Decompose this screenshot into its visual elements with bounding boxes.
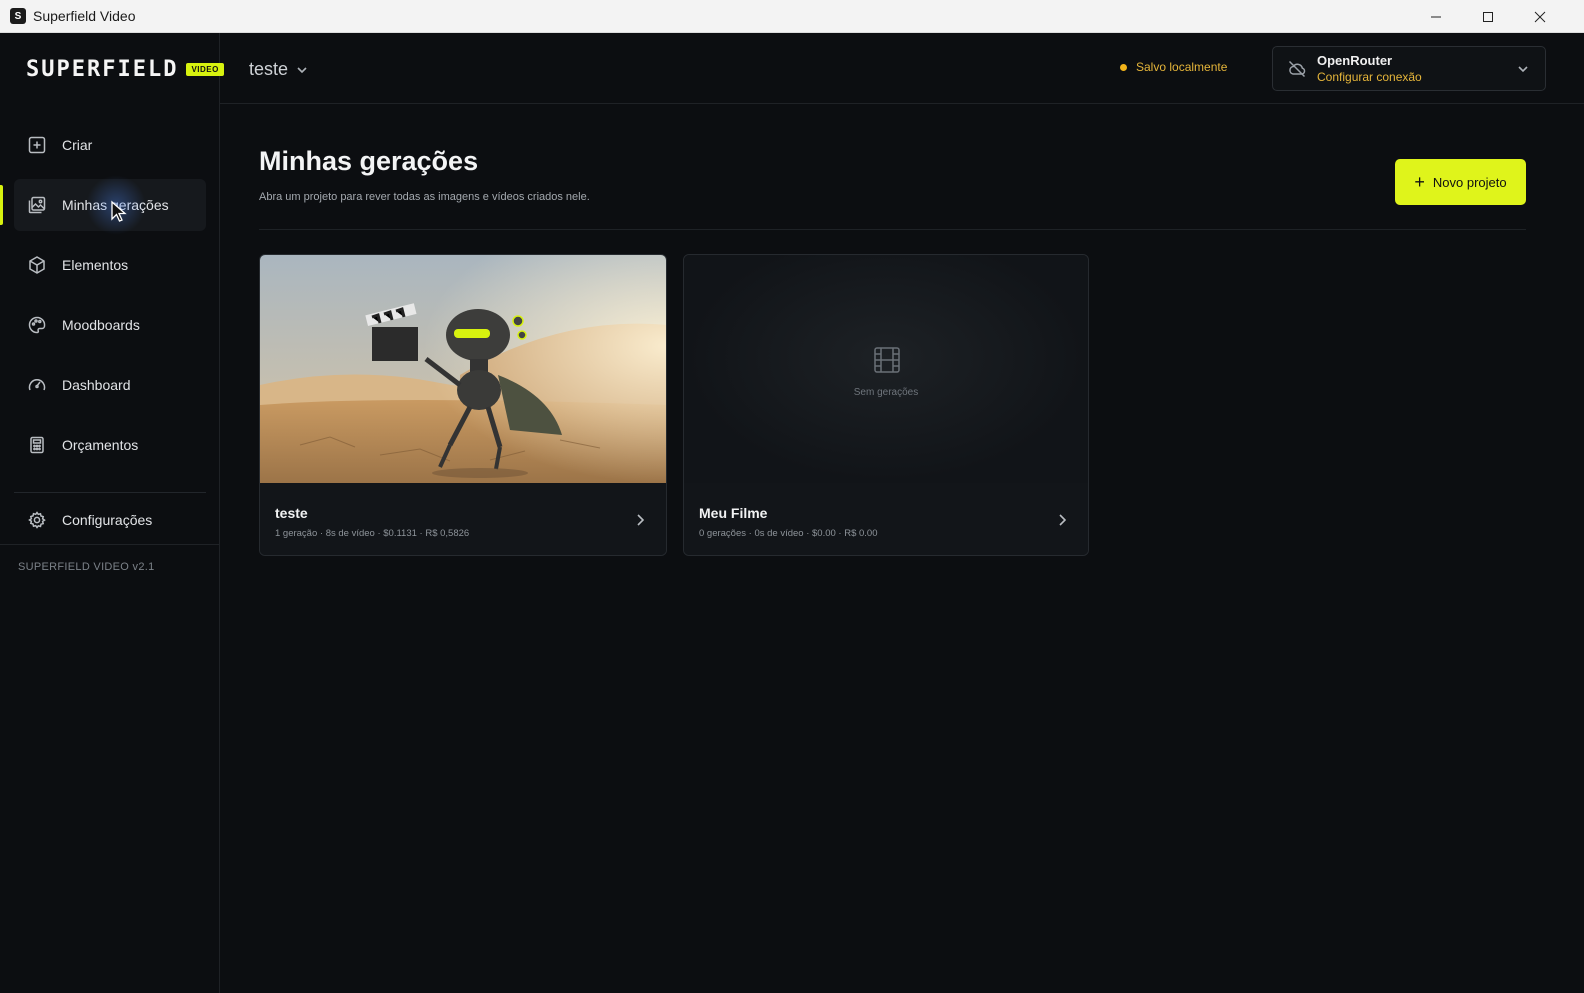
sidebar-nav: Criar Minhas gerações Elementos Moodboar…: [0, 119, 206, 479]
connection-selector[interactable]: OpenRouter Configurar conexão: [1272, 46, 1546, 91]
gear-icon: [28, 511, 46, 529]
sidebar-item-orcamentos[interactable]: Orçamentos: [14, 419, 206, 471]
minimize-icon: [1431, 16, 1441, 17]
plus-square-icon: [28, 136, 46, 154]
new-project-label: Novo projeto: [1432, 174, 1507, 190]
maximize-icon: [1483, 11, 1493, 22]
cloud-off-icon: [1288, 60, 1306, 77]
project-card-footer: Meu Filme 0 gerações · 0s de vídeo · $0.…: [684, 483, 1088, 555]
palette-icon: [28, 316, 46, 334]
sidebar-item-criar[interactable]: Criar: [14, 119, 206, 171]
brand-badge: VIDEO: [186, 63, 224, 76]
new-project-button[interactable]: + Novo projeto: [1395, 159, 1526, 205]
maximize-button[interactable]: [1462, 0, 1514, 33]
empty-label: Sem gerações: [853, 387, 919, 398]
sidebar-item-label: Dashboard: [62, 377, 131, 393]
chevron-right-icon: [637, 514, 645, 526]
project-card-teste[interactable]: teste 1 geração · 8s de vídeo · $0.1131 …: [259, 254, 667, 556]
gallery-icon: [28, 196, 46, 214]
chevron-down-icon: [297, 66, 307, 73]
plus-icon: +: [1414, 172, 1425, 192]
connection-provider: OpenRouter: [1317, 53, 1393, 68]
sidebar-item-elementos[interactable]: Elementos: [14, 239, 206, 291]
project-thumbnail: [260, 255, 666, 483]
close-button[interactable]: [1514, 0, 1566, 33]
robot-film-thumbnail: [260, 255, 666, 483]
minimize-button[interactable]: [1410, 0, 1462, 33]
calculator-icon: [30, 436, 44, 454]
project-selector-label: teste: [249, 59, 289, 79]
app-version: SUPERFIELD VIDEO v2.1: [18, 561, 155, 573]
brand-wordmark: SUPERFIELD: [26, 57, 179, 82]
sidebar-divider: [14, 492, 206, 493]
top-header: teste Salvo localmente OpenRouter Config…: [220, 33, 1584, 104]
save-status-text: Salvo localmente: [1136, 60, 1228, 74]
mouse-cursor-icon: [111, 200, 127, 222]
cube-icon: [29, 256, 45, 274]
status-dot: [1120, 63, 1127, 71]
sidebar-item-dashboard[interactable]: Dashboard: [14, 359, 206, 411]
window-titlebar: S Superfield Video: [0, 0, 1584, 33]
brand-logo[interactable]: SUPERFIELD VIDEO: [26, 57, 224, 82]
app-logo-icon: S: [10, 8, 26, 24]
project-card-footer: teste 1 geração · 8s de vídeo · $0.1131 …: [260, 483, 666, 555]
close-icon: [1534, 11, 1546, 22]
project-name: Meu Filme: [699, 505, 768, 521]
sidebar-item-label: Orçamentos: [62, 437, 139, 453]
project-meta: 1 geração · 8s de vídeo · $0.1131 · R$ 0…: [275, 528, 470, 539]
page-title: Minhas gerações: [259, 146, 479, 176]
connection-action: Configurar conexão: [1317, 70, 1422, 84]
project-thumbnail-empty: Sem gerações: [684, 255, 1088, 483]
save-status: Salvo localmente: [1120, 60, 1227, 74]
sidebar-item-label: Elementos: [62, 257, 129, 273]
project-card-meu-filme[interactable]: Sem gerações Meu Filme 0 gerações · 0s d…: [683, 254, 1089, 556]
sidebar-item-label: Criar: [62, 137, 93, 153]
sidebar-item-label: Moodboards: [62, 317, 140, 333]
sidebar-item-moodboards[interactable]: Moodboards: [14, 299, 206, 351]
window-title: Superfield Video: [33, 8, 136, 24]
connection-texts: OpenRouter Configurar conexão: [1317, 53, 1422, 84]
chevron-right-icon: [1059, 514, 1067, 526]
sidebar-item-label: Configurações: [62, 512, 153, 528]
sidebar-footer-divider: [0, 544, 219, 545]
sidebar: SUPERFIELD VIDEO Criar Minhas gerações E…: [0, 33, 224, 993]
content-divider: [259, 229, 1526, 230]
project-selector[interactable]: teste: [249, 59, 308, 80]
project-name: teste: [275, 505, 308, 521]
chevron-down-icon: [1518, 66, 1528, 73]
page-subtitle: Abra um projeto para rever todas as imag…: [259, 191, 590, 203]
sidebar-item-configuracoes[interactable]: Configurações: [14, 494, 206, 546]
gauge-icon: [28, 379, 46, 391]
project-meta: 0 gerações · 0s de vídeo · $0.00 · R$ 0.…: [699, 528, 878, 539]
film-icon: [874, 347, 900, 373]
